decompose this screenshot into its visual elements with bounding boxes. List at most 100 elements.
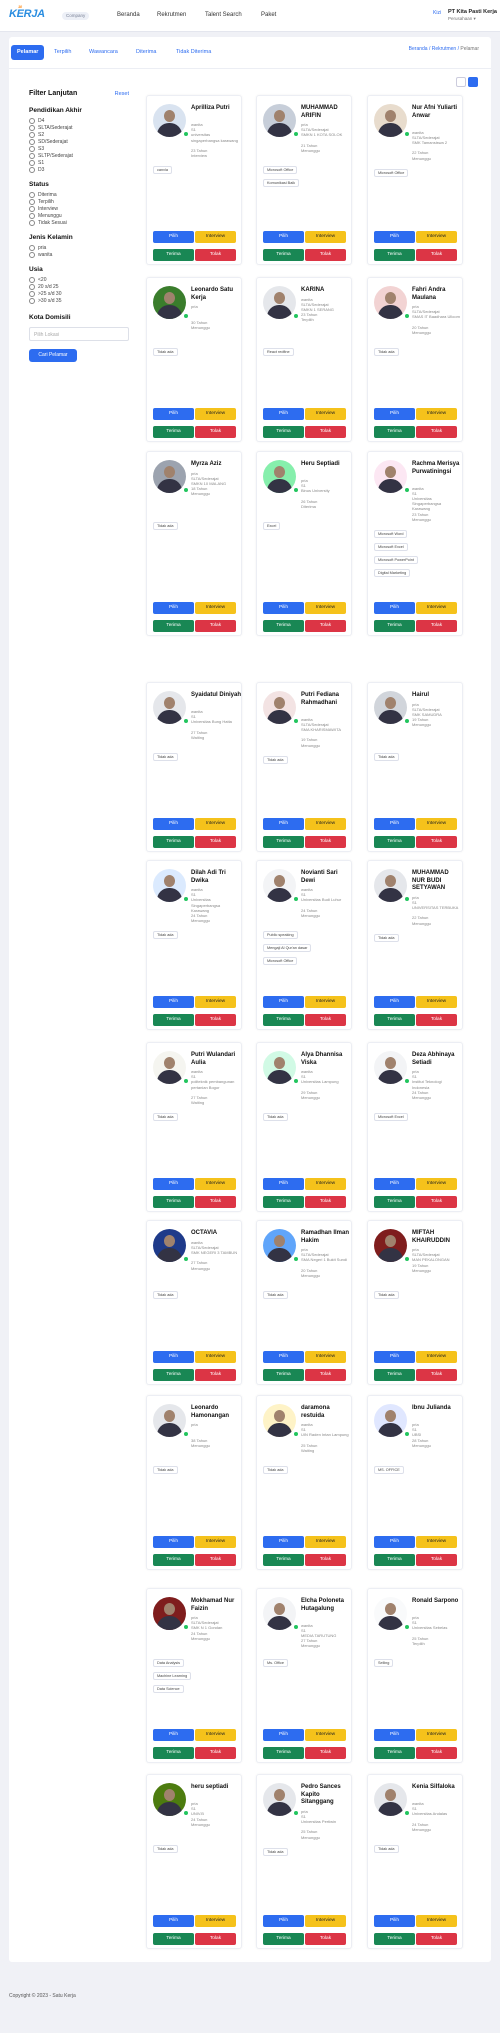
candidate-card[interactable]: Nur Afni Yuliarti Anwar wanita SLTA/Sedera… bbox=[367, 95, 463, 265]
tolak-button[interactable]: Tolak bbox=[416, 1933, 457, 1945]
radio-circle[interactable] bbox=[29, 152, 35, 159]
interview-button[interactable]: Interview bbox=[305, 1729, 346, 1741]
candidate-name[interactable]: MUHAMMAD ARIFIN bbox=[301, 105, 351, 120]
candidate-name[interactable]: Novianti Sari Dewi bbox=[301, 870, 351, 885]
pilih-button[interactable]: Pilih bbox=[263, 408, 304, 420]
pilih-button[interactable]: Pilih bbox=[153, 1536, 194, 1548]
usia-option[interactable]: >25 s/d 30 bbox=[29, 290, 139, 297]
tolak-button[interactable]: Tolak bbox=[195, 1554, 236, 1566]
radio-circle[interactable] bbox=[29, 198, 35, 205]
tolak-button[interactable]: Tolak bbox=[416, 1747, 457, 1759]
satukerja-logo[interactable]: KERJA 10 bbox=[9, 4, 45, 20]
candidate-card[interactable]: daramona restuida wanita S1 UIN Raden Intan… bbox=[256, 1395, 352, 1570]
candidate-card[interactable]: Hairul pria SLTA/Sederajat SMK SAMUDRA 19 Ta… bbox=[367, 682, 463, 852]
terima-button[interactable]: Terima bbox=[374, 836, 415, 848]
interview-button[interactable]: Interview bbox=[416, 818, 457, 830]
candidate-card[interactable]: Elcha Poloneta Hutagalung wanita S1 MEDIA T… bbox=[256, 1588, 352, 1763]
tolak-button[interactable]: Tolak bbox=[195, 426, 236, 438]
user-greeting[interactable]: Kizi bbox=[433, 10, 441, 16]
pilih-button[interactable]: Pilih bbox=[374, 1729, 415, 1741]
pilih-button[interactable]: Pilih bbox=[153, 602, 194, 614]
interview-button[interactable]: Interview bbox=[305, 996, 346, 1008]
radio-circle[interactable] bbox=[29, 283, 35, 290]
gender-option[interactable]: wanita bbox=[29, 251, 139, 258]
candidate-name[interactable]: Elcha Poloneta Hutagalung bbox=[301, 1598, 351, 1613]
candidate-name[interactable]: Heru Septiadi bbox=[301, 461, 351, 469]
interview-button[interactable]: Interview bbox=[305, 1536, 346, 1548]
status-option[interactable]: Interview bbox=[29, 205, 139, 212]
candidate-name[interactable]: Leonardo Hamonangan bbox=[191, 1405, 241, 1420]
candidate-card[interactable]: Syaidatul Diniyah wanita S1 Universitas Bun… bbox=[146, 682, 242, 852]
candidate-card[interactable]: Putri Wulandari Aulia wanita S1 politeknik … bbox=[146, 1042, 242, 1212]
candidate-card[interactable]: Ramadhan Ilman Hakim pria SLTA/Sederajat SM… bbox=[256, 1220, 352, 1385]
candidate-name[interactable]: Ramadhan Ilman Hakim bbox=[301, 1230, 351, 1245]
interview-button[interactable]: Interview bbox=[416, 1178, 457, 1190]
terima-button[interactable]: Terima bbox=[374, 1554, 415, 1566]
radio-circle[interactable] bbox=[29, 166, 35, 173]
interview-button[interactable]: Interview bbox=[305, 408, 346, 420]
interview-button[interactable]: Interview bbox=[195, 231, 236, 243]
tab-terpilih[interactable]: Terpilih bbox=[48, 45, 77, 60]
tolak-button[interactable]: Tolak bbox=[195, 620, 236, 632]
terima-button[interactable]: Terima bbox=[263, 620, 304, 632]
tolak-button[interactable]: Tolak bbox=[416, 836, 457, 848]
pilih-button[interactable]: Pilih bbox=[153, 1729, 194, 1741]
interview-button[interactable]: Interview bbox=[305, 818, 346, 830]
tolak-button[interactable]: Tolak bbox=[305, 620, 346, 632]
tolak-button[interactable]: Tolak bbox=[195, 1196, 236, 1208]
terima-button[interactable]: Terima bbox=[374, 1747, 415, 1759]
interview-button[interactable]: Interview bbox=[305, 602, 346, 614]
candidate-card[interactable]: Rachma Merisya Purwatiningsi wanita S1 Univ… bbox=[367, 451, 463, 636]
pilih-button[interactable]: Pilih bbox=[374, 818, 415, 830]
terima-button[interactable]: Terima bbox=[263, 1369, 304, 1381]
interview-button[interactable]: Interview bbox=[416, 1536, 457, 1548]
radio-circle[interactable] bbox=[29, 251, 35, 258]
tolak-button[interactable]: Tolak bbox=[305, 1196, 346, 1208]
breadcrumb-rekrutmen[interactable]: Rekrutmen bbox=[432, 46, 456, 52]
radio-circle[interactable] bbox=[29, 212, 35, 219]
interview-button[interactable]: Interview bbox=[195, 996, 236, 1008]
pilih-button[interactable]: Pilih bbox=[374, 996, 415, 1008]
pendidikan-option[interactable]: SD/Sederajat bbox=[29, 138, 139, 145]
terima-button[interactable]: Terima bbox=[263, 1747, 304, 1759]
interview-button[interactable]: Interview bbox=[195, 602, 236, 614]
tolak-button[interactable]: Tolak bbox=[416, 1369, 457, 1381]
pendidikan-option[interactable]: S2 bbox=[29, 131, 139, 138]
terima-button[interactable]: Terima bbox=[374, 426, 415, 438]
status-option[interactable]: Diterima bbox=[29, 191, 139, 198]
pilih-button[interactable]: Pilih bbox=[263, 1915, 304, 1927]
candidate-card[interactable]: MUHAMMAD ARIFIN pria SLTA/Sederajat SMKN 1 … bbox=[256, 95, 352, 265]
tolak-button[interactable]: Tolak bbox=[305, 1747, 346, 1759]
pilih-button[interactable]: Pilih bbox=[374, 602, 415, 614]
radio-circle[interactable] bbox=[29, 290, 35, 297]
terima-button[interactable]: Terima bbox=[374, 1014, 415, 1026]
candidate-name[interactable]: MUHAMMAD NUR BUDI SETYAWAN bbox=[412, 870, 462, 893]
interview-button[interactable]: Interview bbox=[305, 231, 346, 243]
status-option[interactable]: Tidak Sesuai bbox=[29, 219, 139, 226]
candidate-card[interactable]: Mokhamad Nur Faizin pria SLTA/Sederajat SMK… bbox=[146, 1588, 242, 1763]
tolak-button[interactable]: Tolak bbox=[195, 1014, 236, 1026]
candidate-card[interactable]: Myrza Aziz pria SLTA/Sederajat SMKN 10 MALA… bbox=[146, 451, 242, 636]
candidate-card[interactable]: Novianti Sari Dewi wanita S1 Universitas Bu… bbox=[256, 860, 352, 1030]
grid-view-icon[interactable] bbox=[456, 77, 466, 87]
candidate-name[interactable]: Dilah Adi Tri Dwika bbox=[191, 870, 241, 885]
terima-button[interactable]: Terima bbox=[153, 1369, 194, 1381]
usia-option[interactable]: >30 s/d 35 bbox=[29, 297, 139, 304]
candidate-card[interactable]: Leonardo Hamonangan pria 38 Tahun Menunggu T… bbox=[146, 1395, 242, 1570]
interview-button[interactable]: Interview bbox=[305, 1915, 346, 1927]
tolak-button[interactable]: Tolak bbox=[416, 1014, 457, 1026]
terima-button[interactable]: Terima bbox=[263, 249, 304, 261]
pilih-button[interactable]: Pilih bbox=[263, 1729, 304, 1741]
radio-circle[interactable] bbox=[29, 124, 35, 131]
radio-circle[interactable] bbox=[29, 138, 35, 145]
tolak-button[interactable]: Tolak bbox=[195, 1747, 236, 1759]
terima-button[interactable]: Terima bbox=[374, 249, 415, 261]
interview-button[interactable]: Interview bbox=[416, 602, 457, 614]
pilih-button[interactable]: Pilih bbox=[153, 231, 194, 243]
candidate-name[interactable]: daramona restuida bbox=[301, 1405, 351, 1420]
candidate-name[interactable]: Mokhamad Nur Faizin bbox=[191, 1598, 241, 1613]
pendidikan-option[interactable]: S1 bbox=[29, 159, 139, 166]
candidate-name[interactable]: Syaidatul Diniyah bbox=[191, 692, 241, 700]
tolak-button[interactable]: Tolak bbox=[416, 1554, 457, 1566]
pendidikan-option[interactable]: S3 bbox=[29, 145, 139, 152]
